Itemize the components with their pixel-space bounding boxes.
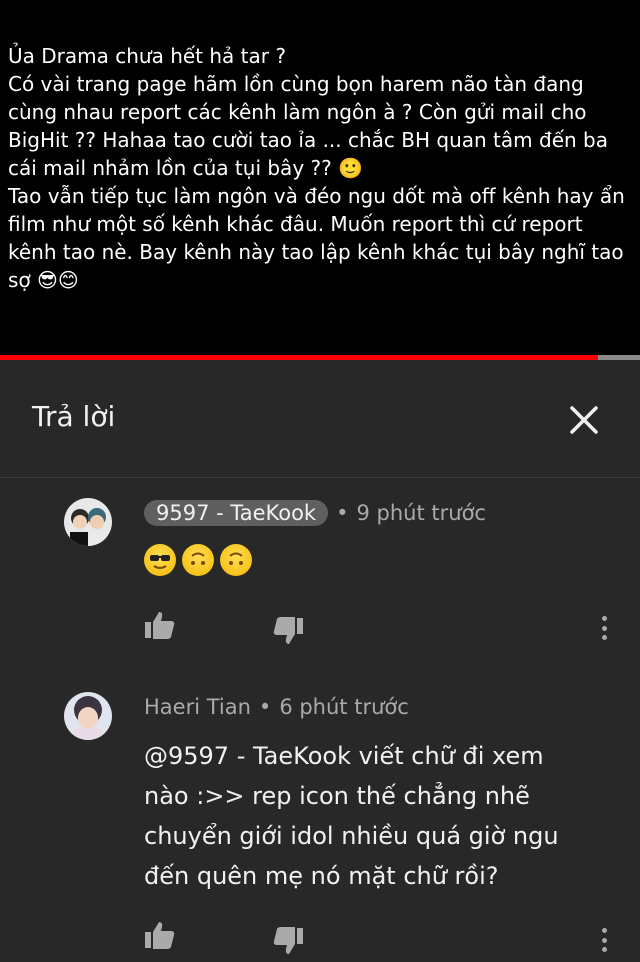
reply-panel-header: Trả lời [0,360,640,478]
thumbs-down-icon [273,927,303,954]
avatar[interactable] [64,692,112,740]
video-overlay-text: Ủa Drama chưa hết hả tar ? Có vài trang … [8,44,625,292]
comment-time: 9 phút trước [356,501,486,525]
separator-dot: • [336,501,349,525]
author-name[interactable]: 9597 - TaeKook [144,500,329,526]
close-button[interactable] [560,396,608,444]
reply-panel-title: Trả lời [32,400,116,433]
more-options-button[interactable] [596,924,612,956]
separator-dot: • [258,695,272,719]
more-dot [601,635,607,640]
reply-comment: 9597 - TaeKook • 9 phút trước [0,478,640,678]
more-dot [601,947,607,952]
dislike-button[interactable] [270,612,306,648]
upside-down-face-icon [220,544,252,576]
author-name[interactable]: Haeri Tian [144,695,251,719]
more-dot [601,616,607,621]
more-dot [601,625,607,631]
dislike-button[interactable] [270,922,306,958]
video-player[interactable]: Ủa Drama chưa hết hả tar ? Có vài trang … [0,0,640,360]
more-dot [601,928,607,933]
more-options-button[interactable] [596,612,612,644]
thumbs-down-icon [273,617,303,644]
more-dot [601,937,607,943]
comment-meta: Haeri Tian • 6 phút trước [144,695,409,719]
upside-down-face-icon [182,544,214,576]
like-button[interactable] [142,918,178,954]
thumbs-up-icon [145,922,175,949]
comment-meta: 9597 - TaeKook • 9 phút trước [144,500,486,526]
comment-text: @9597 - TaeKook viết chữ đi xem nào :>> … [144,742,559,890]
close-icon [570,406,598,434]
reply-comment: Haeri Tian • 6 phút trước @9597 - TaeKoo… [0,678,640,960]
like-button[interactable] [142,608,178,644]
thumbs-up-icon [145,612,175,639]
comment-emojis [144,544,252,576]
avatar[interactable] [64,498,112,546]
sunglasses-emoji-icon [144,544,176,576]
comment-time: 6 phút trước [279,695,409,719]
